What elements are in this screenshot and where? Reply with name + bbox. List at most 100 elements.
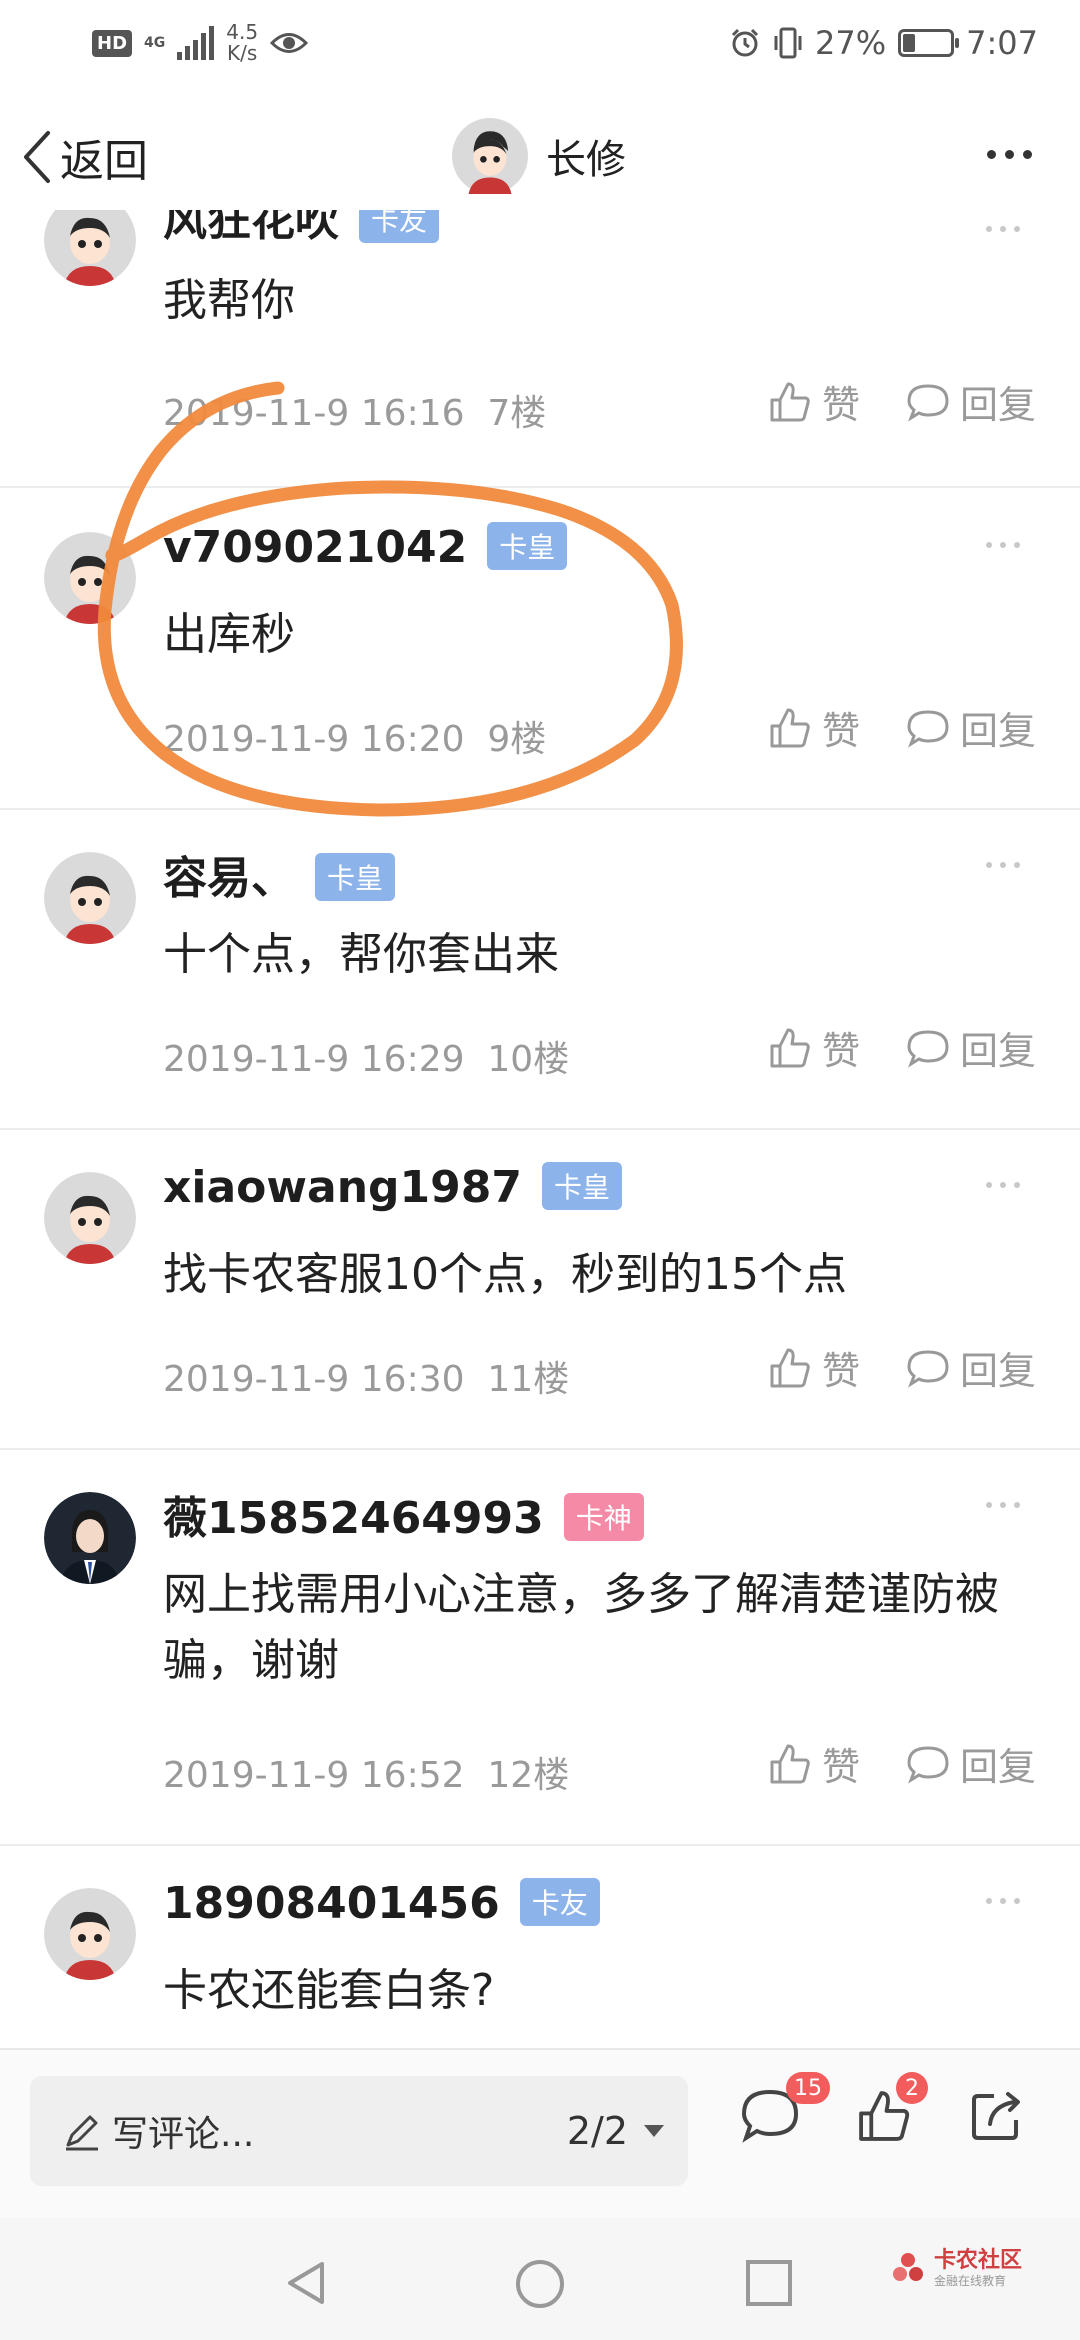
comment-floor: 9楼	[487, 719, 547, 760]
comment-actions: 赞 回复	[768, 700, 1036, 755]
comment-time: 2019-11-9 16:52	[163, 1755, 465, 1796]
speech-bubble-icon	[907, 1745, 949, 1784]
comment-feed[interactable]: 风狂花吹 卡友 我帮你 2019-11-9 16:16 7楼 赞 回复 v709…	[0, 210, 1080, 2048]
like-button[interactable]: 赞	[768, 374, 860, 429]
reply-button[interactable]: 回复	[906, 1736, 1036, 1791]
avatar[interactable]	[452, 118, 528, 194]
clock: 7:07	[966, 24, 1038, 62]
username[interactable]: 风狂花吹 卡友	[163, 210, 440, 248]
username[interactable]: 容易、 卡皇	[163, 842, 396, 906]
header: 返回 长修	[0, 100, 1080, 210]
thumbs-up-icon	[770, 1348, 810, 1387]
watermark-subtitle: 金融在线教育	[933, 2274, 1006, 2288]
avatar[interactable]	[44, 1172, 136, 1264]
comment-more-icon[interactable]	[986, 1182, 1020, 1188]
level-badge: 卡皇	[487, 522, 568, 570]
comment-item: v709021042 卡皇 出库秒 2019-11-9 16:20 9楼 赞 回复	[0, 488, 1080, 810]
comment-item: xiaowang1987 卡皇 找卡农客服10个点，秒到的15个点 2019-11…	[0, 1128, 1080, 1450]
pencil-icon	[66, 2115, 98, 2151]
reply-button[interactable]: 回复	[906, 374, 1036, 429]
level-badge: 卡友	[359, 210, 440, 243]
comment-more-icon[interactable]	[986, 1898, 1020, 1904]
avatar[interactable]	[44, 852, 136, 944]
thumbs-up-icon	[770, 1028, 810, 1067]
compose-placeholder: 写评论...	[112, 2114, 255, 2155]
header-user[interactable]: 长修	[452, 118, 626, 194]
comment-item: 薇15852464993 卡神 网上找需用小心注意，多多了解清楚谨防被骗，谢谢 2…	[0, 1448, 1080, 1846]
reply-button[interactable]: 回复	[906, 1340, 1036, 1395]
hd-indicator: HD	[92, 29, 133, 57]
username-text: v709021042	[163, 522, 468, 573]
like-button[interactable]: 赞	[768, 1020, 860, 1075]
avatar[interactable]	[44, 532, 136, 624]
comment-more-icon[interactable]	[986, 226, 1020, 232]
level-badge: 卡神	[563, 1493, 644, 1541]
nav-back-icon[interactable]	[282, 2258, 332, 2308]
reply-button[interactable]: 回复	[906, 1020, 1036, 1075]
nav-recents-icon[interactable]	[744, 2258, 794, 2308]
comment-text: 十个点，帮你套出来	[163, 929, 559, 980]
like-button[interactable]: 赞	[768, 1340, 860, 1395]
username-text: 18908401456	[163, 1878, 500, 1929]
bottom-action-bar: 写评论... 2/2 15 2	[0, 2048, 1080, 2220]
level-badge: 卡皇	[542, 1162, 623, 1210]
comment-text: 找卡农客服10个点，秒到的15个点	[163, 1249, 847, 1300]
compose-left: 写评论...	[62, 2076, 254, 2186]
comment-actions: 赞 回复	[768, 374, 1036, 429]
reply-button[interactable]: 回复	[906, 700, 1036, 755]
speech-bubble-icon	[907, 383, 949, 422]
username-text: xiaowang1987	[163, 1162, 523, 1213]
like-button[interactable]: 赞	[768, 1736, 860, 1791]
avatar[interactable]	[44, 210, 136, 286]
speech-bubble-icon	[907, 709, 949, 748]
caret-down-icon	[644, 2125, 664, 2137]
more-options-icon[interactable]	[987, 150, 1032, 159]
avatar[interactable]	[44, 1492, 136, 1584]
comment-actions: 赞 回复	[768, 1340, 1036, 1395]
eye-icon	[270, 33, 309, 53]
chevron-left-icon	[24, 131, 50, 183]
status-bar: HD 4G 4.5 K/s 27% 7:07	[0, 0, 1080, 90]
username-text: 薇15852464993	[163, 1493, 544, 1544]
comments-button[interactable]: 15	[740, 2072, 830, 2148]
comment-more-icon[interactable]	[986, 862, 1020, 868]
username[interactable]: v709021042 卡皇	[163, 522, 568, 574]
username[interactable]: 18908401456 卡友	[163, 1878, 600, 1930]
avatar[interactable]	[44, 1888, 136, 1980]
username-text: 风狂花吹	[163, 210, 339, 246]
battery-level-fill	[903, 34, 916, 52]
comment-more-icon[interactable]	[986, 1502, 1020, 1508]
reply-label: 回复	[959, 383, 1036, 427]
like-count-badge: 2	[896, 2072, 928, 2104]
like-post-button[interactable]: 2	[856, 2072, 928, 2148]
like-button[interactable]: 赞	[768, 700, 860, 755]
reply-label: 回复	[959, 1029, 1036, 1073]
share-button[interactable]	[968, 2088, 1024, 2148]
comment-compose-box[interactable]: 写评论... 2/2	[30, 2076, 688, 2186]
comment-floor: 11楼	[487, 1359, 570, 1400]
vibrate-icon	[774, 27, 802, 59]
page-selector[interactable]: 2/2	[567, 2076, 666, 2186]
status-left: HD 4G 4.5 K/s	[92, 18, 309, 68]
comment-time: 2019-11-9 16:20	[163, 719, 465, 760]
network-type: 4G	[144, 35, 166, 51]
comment-more-icon[interactable]	[986, 542, 1020, 548]
comment-text: 卡农还能套白条?	[163, 1965, 495, 2016]
comment-time: 2019-11-9 16:30	[163, 1359, 465, 1400]
comment-text: 我帮你	[163, 275, 295, 326]
nav-home-icon[interactable]	[514, 2258, 566, 2310]
comment-actions: 赞 回复	[768, 1736, 1036, 1791]
username[interactable]: 薇15852464993 卡神	[163, 1482, 644, 1546]
battery-icon	[898, 29, 960, 57]
share-icon	[972, 2092, 1020, 2140]
like-label: 赞	[821, 709, 860, 753]
speed-unit: K/s	[227, 41, 258, 65]
reply-label: 回复	[959, 709, 1036, 753]
back-label: 返回	[60, 136, 148, 187]
page-indicator: 2/2	[566, 2109, 628, 2153]
username[interactable]: xiaowang1987 卡皇	[163, 1162, 623, 1214]
comment-count-badge: 15	[786, 2072, 830, 2104]
like-label: 赞	[821, 1029, 860, 1073]
comment-floor: 12楼	[487, 1755, 570, 1796]
back-button[interactable]: 返回	[22, 122, 148, 192]
